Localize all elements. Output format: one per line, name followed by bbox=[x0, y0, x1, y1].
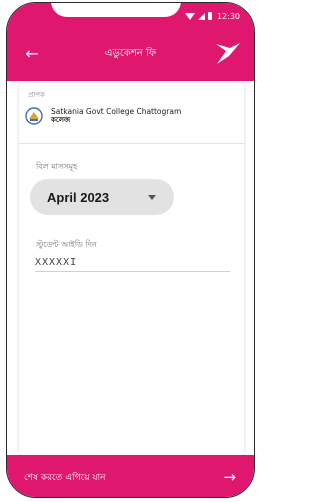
recipient-label: প্রাপক bbox=[28, 91, 45, 99]
institution-row: Satkania Govt College Chattogram কলেজ bbox=[25, 107, 181, 125]
billing-month-value: April 2023 bbox=[47, 189, 110, 205]
billing-month-label: বিল মাসসমূহ bbox=[36, 162, 78, 171]
battery-icon bbox=[207, 12, 212, 20]
payment-form-card: প্রাপক Satkania Govt College Chattogram … bbox=[19, 83, 244, 455]
status-time: 12:30 bbox=[216, 11, 240, 21]
bird-logo-icon bbox=[216, 43, 240, 64]
status-bar: 12:30 bbox=[7, 3, 254, 29]
status-icons: 12:30 bbox=[184, 10, 240, 22]
proceed-bar[interactable]: শেষ করতে এগিয়ে যান → bbox=[7, 455, 254, 497]
chevron-down-icon bbox=[148, 195, 156, 200]
app-bar: ← এডুকেশন ফি bbox=[7, 29, 254, 81]
signal-icon bbox=[197, 12, 205, 20]
phone-frame: 12:30 ← এডুকেশন ফি প্রাপক Satkania Govt … bbox=[6, 2, 255, 498]
student-id-label: স্টুডেন্ট আইডি দিন bbox=[36, 240, 97, 249]
proceed-label: শেষ করতে এগিয়ে যান bbox=[24, 472, 106, 483]
notch bbox=[51, 3, 181, 17]
institution-name: Satkania Govt College Chattogram bbox=[51, 107, 182, 116]
page-title: এডুকেশন ফি bbox=[104, 48, 157, 59]
student-id-underline bbox=[35, 271, 230, 272]
arrow-right-icon[interactable]: → bbox=[223, 467, 236, 487]
billing-month-dropdown[interactable]: April 2023 bbox=[30, 179, 174, 215]
divider bbox=[19, 143, 244, 144]
wifi-icon bbox=[184, 12, 195, 20]
college-logo-icon bbox=[25, 107, 43, 125]
institution-type: কলেজ bbox=[51, 116, 71, 124]
back-arrow-icon[interactable]: ← bbox=[21, 43, 43, 65]
student-id-input[interactable] bbox=[35, 253, 230, 271]
